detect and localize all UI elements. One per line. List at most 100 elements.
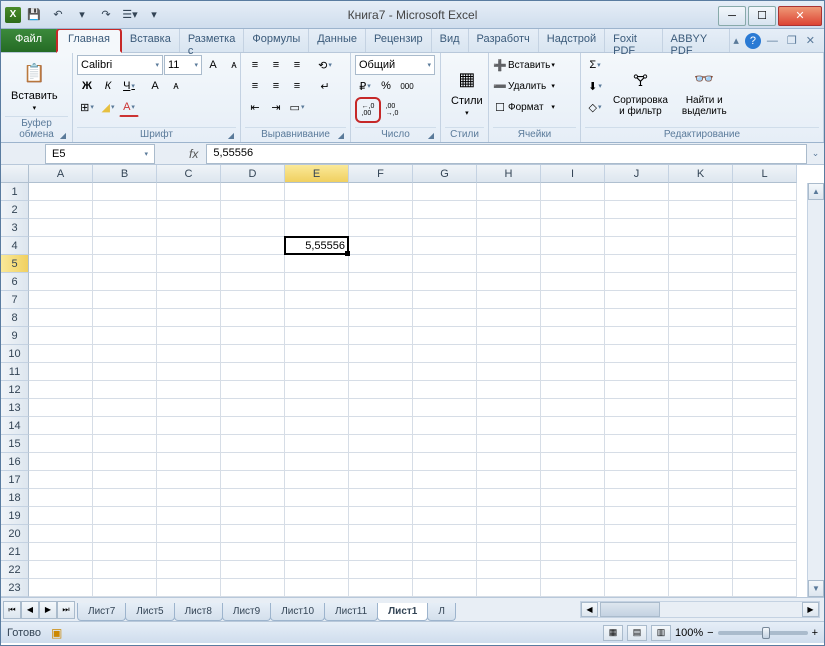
row-header[interactable]: 3 — [1, 219, 29, 237]
cell[interactable] — [669, 507, 733, 525]
currency-button[interactable]: ₽ — [355, 76, 375, 96]
cell[interactable] — [157, 417, 221, 435]
qat-customize-button[interactable]: ☰▾ — [119, 4, 141, 26]
cell[interactable] — [477, 489, 541, 507]
zoom-thumb[interactable] — [762, 627, 770, 639]
cell[interactable] — [157, 345, 221, 363]
normal-view-button[interactable]: ▦ — [603, 625, 623, 641]
cell[interactable] — [285, 291, 349, 309]
cell[interactable] — [605, 453, 669, 471]
cell[interactable] — [733, 291, 797, 309]
cell[interactable] — [29, 525, 93, 543]
cell[interactable] — [29, 273, 93, 291]
alignment-launcher-icon[interactable]: ◢ — [338, 131, 344, 140]
cell[interactable] — [349, 471, 413, 489]
cell[interactable] — [349, 183, 413, 201]
cell[interactable] — [349, 291, 413, 309]
cell[interactable] — [349, 255, 413, 273]
cell[interactable] — [93, 255, 157, 273]
cell[interactable] — [605, 435, 669, 453]
sheet-tab[interactable]: Лист5 — [125, 603, 174, 621]
row-header[interactable]: 22 — [1, 561, 29, 579]
cell[interactable] — [221, 417, 285, 435]
fx-icon[interactable]: fx — [159, 147, 206, 161]
cell[interactable] — [93, 363, 157, 381]
cell[interactable] — [605, 255, 669, 273]
zoom-slider[interactable] — [718, 631, 808, 635]
bold-button[interactable]: Ж — [77, 76, 97, 96]
cell[interactable] — [413, 183, 477, 201]
border-button[interactable]: ⊞ — [77, 97, 97, 117]
cell[interactable] — [221, 363, 285, 381]
cell-styles-button[interactable]: ▦ Стили ▾ — [445, 55, 489, 127]
cell[interactable] — [669, 273, 733, 291]
undo-button[interactable]: ↶ — [47, 4, 69, 26]
column-header[interactable]: B — [93, 165, 157, 183]
cell[interactable] — [541, 363, 605, 381]
cell[interactable] — [285, 453, 349, 471]
cell[interactable] — [285, 237, 349, 255]
align-bottom-button[interactable]: ≡ — [287, 55, 307, 75]
cell[interactable] — [413, 543, 477, 561]
cell[interactable] — [157, 237, 221, 255]
cell[interactable] — [349, 417, 413, 435]
cell[interactable] — [669, 543, 733, 561]
cell[interactable] — [157, 309, 221, 327]
formula-input[interactable]: 5,55556 — [206, 144, 807, 164]
ribbon-tab-2[interactable]: Разметка с — [180, 29, 245, 52]
cell[interactable] — [413, 399, 477, 417]
cell[interactable] — [541, 471, 605, 489]
row-header[interactable]: 20 — [1, 525, 29, 543]
zoom-out-button[interactable]: − — [707, 627, 713, 639]
minimize-ribbon-button[interactable]: ▴ — [730, 33, 742, 48]
cell[interactable] — [541, 579, 605, 597]
cell[interactable] — [733, 453, 797, 471]
font-name-combo[interactable]: Calibri▾ — [77, 55, 163, 75]
font-launcher-icon[interactable]: ◢ — [228, 131, 234, 140]
cell[interactable] — [413, 291, 477, 309]
cell[interactable] — [93, 525, 157, 543]
font-shrink2-button[interactable]: ᴀ — [166, 76, 186, 96]
cell[interactable] — [605, 183, 669, 201]
cell[interactable] — [221, 381, 285, 399]
cell[interactable] — [221, 183, 285, 201]
cell[interactable] — [605, 309, 669, 327]
column-header[interactable]: J — [605, 165, 669, 183]
cell[interactable] — [413, 561, 477, 579]
cell[interactable] — [29, 345, 93, 363]
cell[interactable] — [541, 291, 605, 309]
cell[interactable] — [669, 201, 733, 219]
cell[interactable] — [29, 471, 93, 489]
cell[interactable] — [733, 237, 797, 255]
cell[interactable] — [29, 381, 93, 399]
sheet-tab[interactable]: Лист9 — [222, 603, 271, 621]
clipboard-launcher-icon[interactable]: ◢ — [60, 131, 66, 140]
cell[interactable] — [413, 381, 477, 399]
cell[interactable] — [477, 219, 541, 237]
cell[interactable] — [605, 381, 669, 399]
cell[interactable] — [669, 489, 733, 507]
clear-button[interactable]: ◇ — [585, 97, 605, 117]
number-launcher-icon[interactable]: ◢ — [428, 131, 434, 140]
cell[interactable] — [541, 507, 605, 525]
row-header[interactable]: 23 — [1, 579, 29, 597]
cell[interactable] — [413, 507, 477, 525]
macro-record-icon[interactable]: ▣ — [51, 626, 62, 640]
delete-cells-button[interactable]: Удалить — [508, 81, 550, 92]
align-middle-button[interactable]: ≡ — [266, 55, 286, 75]
file-tab[interactable]: Файл — [1, 29, 57, 52]
cell[interactable] — [477, 327, 541, 345]
cell[interactable] — [733, 381, 797, 399]
cell[interactable] — [93, 507, 157, 525]
scroll-right-button[interactable]: ▶ — [802, 602, 819, 617]
cell[interactable] — [93, 579, 157, 597]
cell[interactable] — [349, 489, 413, 507]
wrap-text-button[interactable]: ↵ — [315, 76, 335, 96]
cell[interactable] — [669, 345, 733, 363]
cell[interactable] — [29, 291, 93, 309]
cell[interactable] — [413, 255, 477, 273]
cell[interactable] — [733, 489, 797, 507]
cell[interactable] — [477, 507, 541, 525]
cell[interactable] — [285, 399, 349, 417]
cell[interactable] — [157, 489, 221, 507]
